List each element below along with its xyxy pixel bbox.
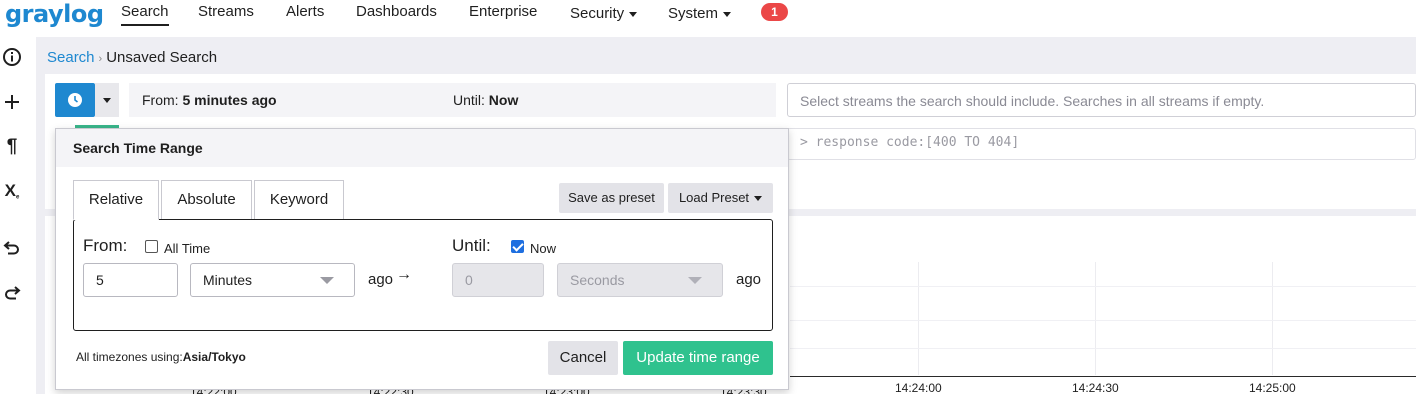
chevron-down-icon (320, 277, 334, 284)
nav-system-label: System (668, 5, 719, 22)
range-until: Until: Now (453, 92, 519, 108)
breadcrumb: Search › Unsaved Search (47, 49, 217, 66)
until-unit-value: Seconds (570, 272, 625, 288)
from-label: From: (83, 236, 128, 255)
pilcrow-icon[interactable]: ¶ (0, 135, 24, 159)
breadcrumb-current: Unsaved Search (106, 49, 218, 66)
nav-alerts[interactable]: Alerts (286, 3, 324, 20)
grid-line (790, 320, 1416, 321)
nav-enterprise[interactable]: Enterprise (469, 3, 537, 20)
range-from: From: 5 minutes ago (142, 92, 277, 108)
grid-line (918, 262, 919, 375)
until-amount-input[interactable]: 0 (452, 263, 544, 297)
timezone-value: Asia/Tokyo (182, 350, 246, 364)
nav-system-dropdown[interactable]: System (668, 5, 732, 22)
plus-icon[interactable] (0, 90, 24, 114)
undo-icon[interactable] (0, 235, 24, 259)
streams-placeholder: Select streams the search should include… (800, 93, 1265, 109)
x-tick: 14:24:30 (1072, 381, 1119, 394)
all-time-label: All Time (164, 241, 211, 256)
nav-search[interactable]: Search (121, 3, 169, 26)
x-axis (790, 376, 1416, 377)
sidebar-rail: ¶ Xₑ (0, 37, 36, 394)
chevron-down-icon (629, 11, 638, 17)
time-range-display[interactable]: From: 5 minutes ago Until: Now (129, 83, 776, 117)
now-checkbox[interactable] (511, 240, 524, 253)
arrow-right-icon: → (396, 266, 412, 283)
tab-relative[interactable]: Relative (73, 180, 159, 220)
update-time-range-button[interactable]: Update time range (623, 341, 773, 375)
until-label: Until: (452, 236, 491, 255)
nav-streams[interactable]: Streams (198, 3, 254, 20)
query-input[interactable]: > response code:[400 TO 404] (787, 128, 1416, 160)
now-label: Now (530, 241, 557, 256)
chevron-down-icon (688, 277, 702, 284)
redo-icon[interactable] (0, 280, 24, 304)
chevron-down-icon (723, 11, 732, 17)
grid-line (790, 348, 1416, 349)
until-unit-select[interactable]: Seconds (557, 263, 723, 297)
tab-absolute[interactable]: Absolute (161, 180, 252, 220)
time-range-dropdown: Search Time Range Relative Absolute Keyw… (55, 128, 789, 390)
query-placeholder: > response code:[400 TO 404] (800, 135, 1020, 150)
relative-tab-panel: From: All Time 5 Minutes ago → Until: No… (73, 219, 773, 331)
top-navbar: graylog Search Streams Alerts Dashboards… (0, 0, 1416, 37)
x-tick: 14:24:00 (895, 381, 942, 394)
nav-security-dropdown[interactable]: Security (570, 5, 638, 22)
all-time-checkbox[interactable] (145, 240, 158, 253)
breadcrumb-separator: › (98, 53, 103, 65)
load-preset-label: Load Preset (678, 190, 750, 205)
load-preset-button[interactable]: Load Preset (668, 183, 773, 213)
from-unit-select[interactable]: Minutes (190, 263, 355, 297)
clock-icon (68, 93, 82, 107)
chevron-down-icon (754, 196, 763, 202)
cancel-button[interactable]: Cancel (548, 341, 618, 375)
dropdown-header: Search Time Range (56, 129, 788, 167)
streams-select[interactable]: Select streams the search should include… (787, 83, 1416, 117)
timezone-info: All timezones using:Asia/Tokyo (76, 350, 246, 364)
from-ago-label: ago (368, 271, 394, 288)
from-amount-input[interactable]: 5 (83, 263, 178, 297)
until-ago-label: ago (736, 271, 762, 288)
info-icon[interactable] (0, 45, 24, 69)
time-range-type-toggle[interactable] (95, 83, 119, 117)
breadcrumb-search-link[interactable]: Search (47, 49, 95, 66)
dropdown-title: Search Time Range (73, 140, 203, 156)
nav-dashboards[interactable]: Dashboards (356, 3, 437, 20)
nav-security-label: Security (570, 5, 625, 22)
notification-badge[interactable]: 1 (761, 3, 788, 21)
graylog-logo[interactable]: graylog (5, 0, 104, 28)
chevron-down-icon (103, 97, 111, 103)
grid-line (1272, 262, 1273, 375)
save-preset-button[interactable]: Save as preset (559, 183, 664, 213)
tab-keyword[interactable]: Keyword (254, 180, 344, 220)
time-range-button[interactable] (55, 83, 95, 117)
grid-line (1095, 262, 1096, 375)
subscript-icon[interactable]: Xₑ (0, 179, 24, 203)
x-tick: 14:25:00 (1249, 381, 1296, 394)
from-unit-value: Minutes (203, 272, 253, 288)
grid-line (790, 286, 1416, 287)
